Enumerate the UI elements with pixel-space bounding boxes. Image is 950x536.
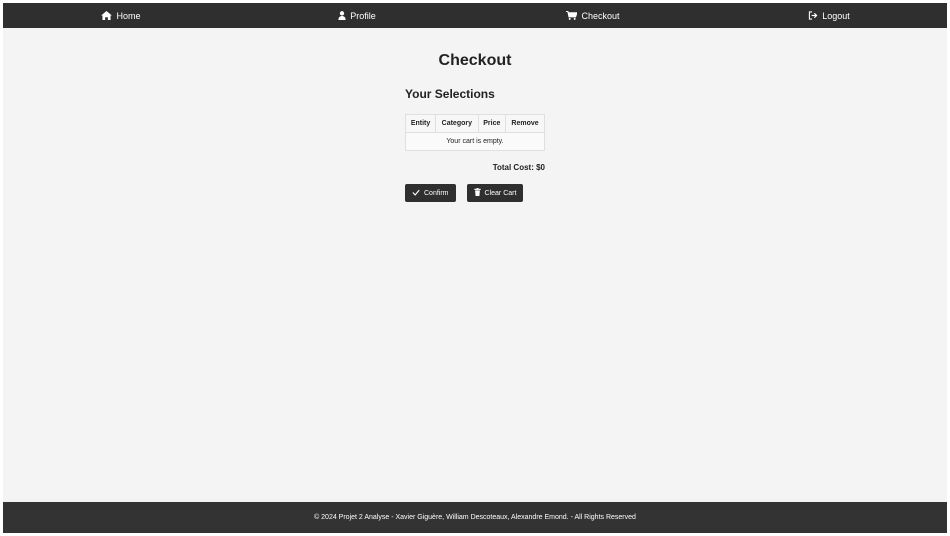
nav-logout-link[interactable]: Logout: [711, 11, 947, 21]
nav-profile-link[interactable]: Profile: [239, 11, 475, 21]
cart-actions: Confirm Clear Cart: [405, 184, 545, 202]
user-icon: [338, 11, 346, 20]
check-icon: [412, 189, 420, 198]
column-header-category: Category: [435, 114, 479, 133]
footer-copyright: © 2024 Projet 2 Analyse - Xavier Giguère…: [314, 514, 636, 521]
confirm-button[interactable]: Confirm: [405, 184, 456, 202]
page-footer: © 2024 Projet 2 Analyse - Xavier Giguère…: [3, 502, 947, 533]
page-title: Checkout: [438, 52, 512, 69]
nav-checkout-link[interactable]: Checkout: [475, 11, 711, 21]
logout-icon: [808, 11, 818, 20]
app-window: Home Profile Checkout Logout Checkout Yo…: [3, 3, 947, 533]
total-cost: Total Cost: $0: [492, 163, 545, 172]
home-icon: [101, 11, 113, 20]
table-row: Your cart is empty.: [405, 132, 545, 151]
cart-icon: [566, 11, 578, 20]
nav-home-label: Home: [116, 10, 141, 21]
selections-section: Your Selections Entity Category Price Re…: [404, 70, 545, 202]
trash-icon: [473, 188, 481, 198]
nav-profile-label: Profile: [350, 10, 376, 21]
nav-home-link[interactable]: Home: [3, 11, 239, 21]
main-content: Checkout Your Selections Entity Category…: [3, 28, 947, 502]
nav-checkout-label: Checkout: [581, 10, 620, 21]
top-navbar: Home Profile Checkout Logout: [3, 3, 947, 28]
clear-cart-button[interactable]: Clear Cart: [466, 184, 524, 202]
column-header-remove: Remove: [505, 114, 545, 133]
column-header-entity: Entity: [404, 114, 437, 133]
empty-cart-message: Your cart is empty.: [405, 132, 545, 151]
section-title: Your Selections: [405, 87, 495, 101]
cart-table: Entity Category Price Remove Your cart i…: [404, 114, 545, 151]
clear-cart-button-label: Clear Cart: [484, 189, 517, 197]
nav-logout-label: Logout: [822, 10, 850, 21]
confirm-button-label: Confirm: [424, 189, 449, 197]
column-header-price: Price: [477, 114, 507, 133]
table-header-row: Entity Category Price Remove: [404, 114, 545, 133]
